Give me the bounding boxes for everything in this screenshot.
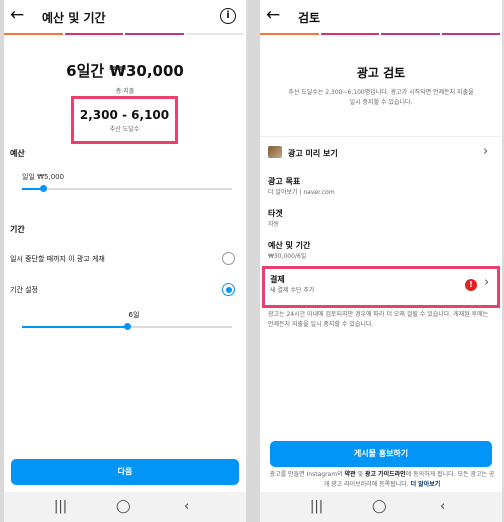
progress-segment <box>125 33 184 35</box>
duration-value: 6일 <box>128 311 140 319</box>
budget-duration-label: 예산 및 기간 <box>268 241 311 250</box>
progress-segment <box>320 33 379 35</box>
review-screen: ← 검토 광고 검토 추산 도달수는 2,300~6,100명입니다. 광고가 … <box>260 0 502 522</box>
system-nav-bar: ||| ◯ ‹ <box>260 492 502 522</box>
ad-preview-label[interactable]: 광고 미리 보기 <box>288 148 338 159</box>
recent-apps-icon[interactable]: ||| <box>54 499 67 514</box>
progress-segment <box>4 33 63 35</box>
budget-slider-handle[interactable] <box>39 185 47 192</box>
page-title: 예산 및 기간 <box>42 11 106 25</box>
nav-back-icon[interactable]: ‹ <box>440 499 445 514</box>
chevron-right-icon[interactable]: › <box>484 275 489 290</box>
home-icon[interactable]: ◯ <box>372 499 387 514</box>
divider <box>260 136 502 137</box>
progress-bar <box>260 33 502 35</box>
payment-label[interactable]: 결제 <box>270 274 285 285</box>
reach-range: 2,300 - 6,100 <box>79 108 170 122</box>
budget-section-label: 예산 <box>10 149 25 158</box>
ad-guidelines-link[interactable]: 광고 가이드라인 <box>365 471 406 478</box>
option-set-duration-label: 기간 설정 <box>10 286 38 294</box>
progress-segment <box>381 33 440 35</box>
header: ← 예산 및 기간 i <box>4 0 246 34</box>
header: ← 검토 <box>260 0 502 34</box>
learn-more-link[interactable]: 더 알아보기 <box>411 481 441 488</box>
duration-slider[interactable] <box>22 323 232 330</box>
progress-segment <box>64 33 123 35</box>
budget-duration-screen: ← 예산 및 기간 i 6일간 ₩30,000 총 지출 2,300 - 6,1… <box>4 0 246 522</box>
footer-text: 및 <box>357 471 363 478</box>
back-arrow-icon[interactable]: ← <box>266 5 280 25</box>
nav-back-icon[interactable]: ‹ <box>184 499 189 514</box>
duration-section-label: 기간 <box>10 225 25 234</box>
review-note: 광고는 24시간 이내에 검토되지만 경우에 따라 더 오래 걸릴 수 있습니다… <box>268 311 489 328</box>
total-spend-label: 총 지출 <box>115 88 135 95</box>
daily-budget-value: 일일 ₩5,000 <box>22 173 65 181</box>
budget-headline: 6일간 ₩30,000 <box>66 62 184 80</box>
page-title: 검토 <box>298 11 321 25</box>
set-duration-radio[interactable] <box>222 283 235 296</box>
budget-slider[interactable] <box>22 185 232 192</box>
reach-label: 추산 도달수 <box>109 126 140 133</box>
warning-icon: ! <box>465 279 477 291</box>
payment-value: 새 결제 수단 추가 <box>270 287 315 294</box>
info-icon[interactable]: i <box>220 8 236 24</box>
until-paused-radio[interactable] <box>222 252 235 265</box>
goal-label: 광고 목표 <box>268 177 301 186</box>
target-label: 타겟 <box>268 209 283 218</box>
chevron-right-icon[interactable]: › <box>483 144 488 159</box>
footer-text: 광고를 만들면 Instagram의 <box>269 471 343 478</box>
back-arrow-icon[interactable]: ← <box>10 5 24 25</box>
progress-segment <box>260 33 319 35</box>
ad-thumbnail <box>268 146 282 158</box>
promote-post-button[interactable]: 게시물 홍보하기 <box>270 441 492 467</box>
recent-apps-icon[interactable]: ||| <box>310 499 323 514</box>
next-button[interactable]: 다음 <box>11 459 239 485</box>
target-value: 자동 <box>268 221 280 228</box>
terms-link[interactable]: 약관 <box>345 471 356 478</box>
duration-slider-handle[interactable] <box>123 323 131 330</box>
progress-bar <box>4 33 246 35</box>
system-nav-bar: ||| ◯ ‹ <box>4 492 246 522</box>
progress-segment <box>185 33 244 35</box>
home-icon[interactable]: ◯ <box>116 499 131 514</box>
review-heading: 광고 검토 <box>356 66 406 80</box>
review-intro: 추산 도달수는 2,300~6,100명입니다. 광고가 시작되면 언제든지 지… <box>288 89 474 106</box>
legal-footer: 광고를 만들면 Instagram의 약관 및 광고 가이드라인에 동의하게 됩… <box>268 470 496 490</box>
duration-slider-fill <box>22 326 127 328</box>
progress-segment <box>441 33 500 35</box>
option-until-paused-label: 일시 중단할 때까지 이 광고 게재 <box>10 255 105 263</box>
budget-duration-value: ₩30,000/6일 <box>268 253 307 260</box>
goal-value: 더 알아보기 | naver.com <box>268 189 335 196</box>
